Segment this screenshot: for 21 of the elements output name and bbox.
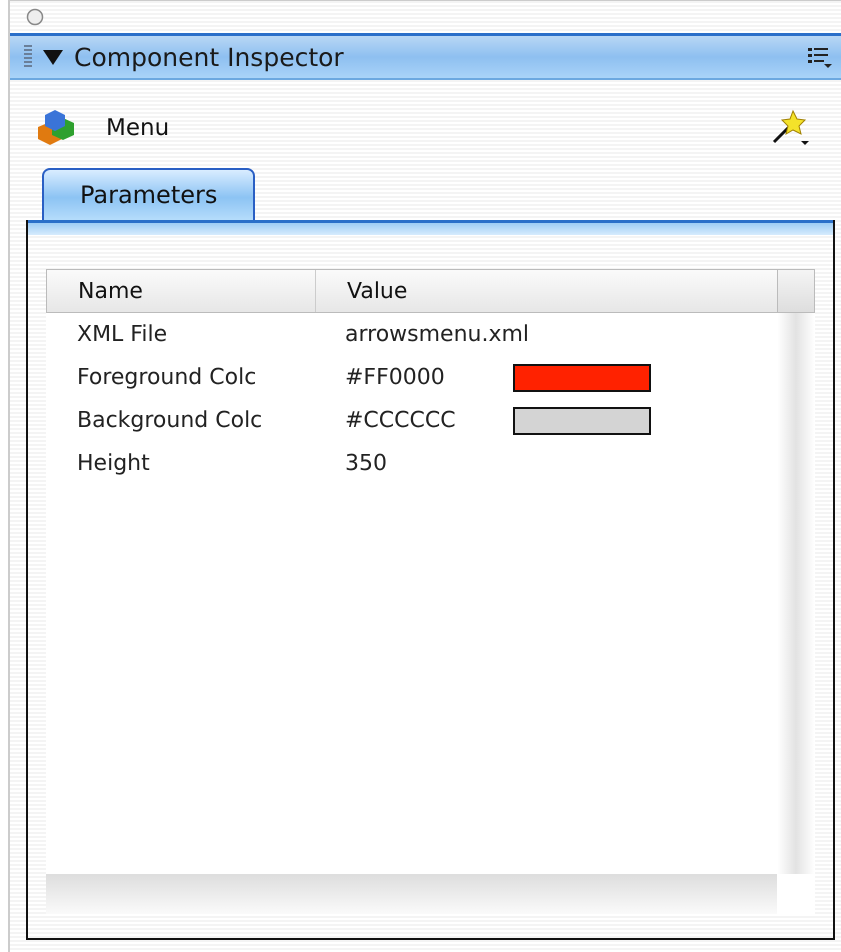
close-button[interactable] <box>26 8 44 26</box>
color-swatch[interactable] <box>513 406 651 434</box>
grip-icon[interactable] <box>24 45 32 69</box>
parameter-name: Height <box>76 451 151 476</box>
options-menu-icon[interactable] <box>807 45 833 69</box>
parameter-value[interactable]: arrowsmenu.xml <box>345 322 530 347</box>
parameter-name: Background Colc <box>76 408 264 433</box>
star-wand-icon[interactable] <box>771 108 811 148</box>
component-name: Menu <box>106 115 170 141</box>
horizontal-scrollbar[interactable] <box>46 874 777 914</box>
parameter-name: XML File <box>76 322 168 347</box>
parameter-value[interactable]: 350 <box>345 451 513 476</box>
parameter-name: Foreground Colc <box>76 365 258 390</box>
parameter-value[interactable]: #FF0000 <box>345 365 513 390</box>
parameter-value[interactable]: #CCCCCC <box>345 408 513 433</box>
color-swatch[interactable] <box>513 364 651 392</box>
vertical-scrollbar[interactable] <box>777 313 815 874</box>
column-header[interactable]: Name <box>47 270 315 312</box>
panel-title: Component Inspector <box>74 42 345 72</box>
tab[interactable]: Parameters <box>42 168 256 220</box>
disclosure-triangle-icon[interactable] <box>42 47 64 67</box>
